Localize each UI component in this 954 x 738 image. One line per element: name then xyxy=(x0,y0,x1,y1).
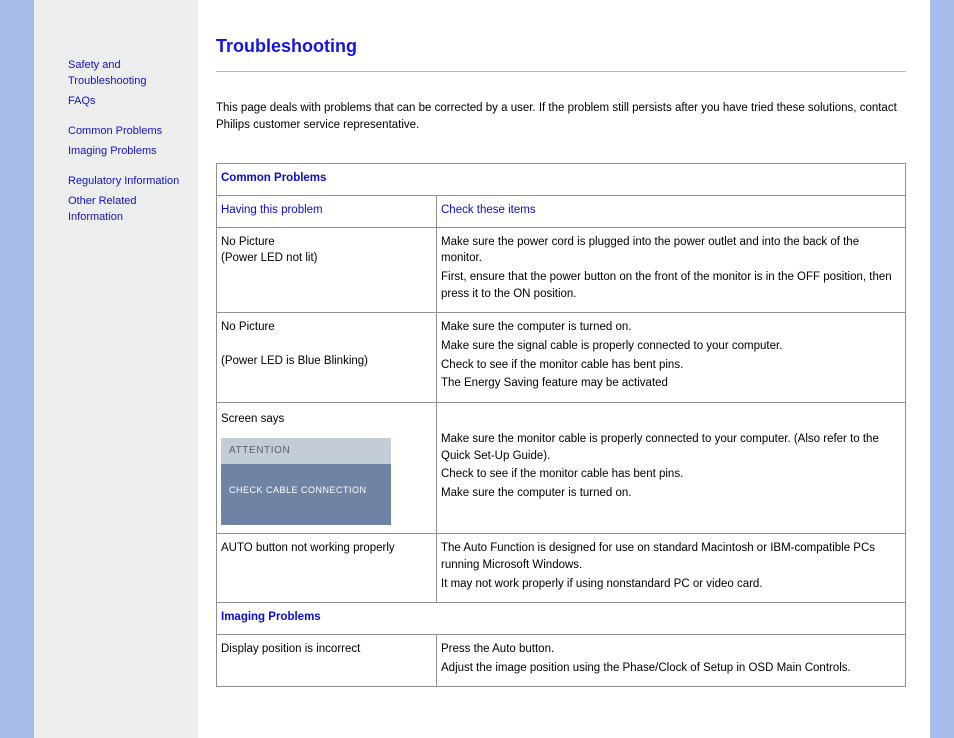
problem-cell: AUTO button not working properly xyxy=(217,534,437,603)
nav-safety-troubleshooting[interactable]: Safety and Troubleshooting xyxy=(68,58,190,90)
check-cell: Make sure the power cord is plugged into… xyxy=(437,227,906,313)
table-row: No Picture (Power LED not lit) Make sure… xyxy=(217,227,906,313)
check-cell: Make sure the computer is turned on. Mak… xyxy=(437,313,906,403)
attention-box: ATTENTION CHECK CABLE CONNECTION xyxy=(221,438,391,526)
table-row: Having this problem Check these items xyxy=(217,196,906,228)
table-row: Display position is incorrect Press the … xyxy=(217,634,906,686)
nav-imaging-problems[interactable]: Imaging Problems xyxy=(68,144,190,160)
nav-faqs[interactable]: FAQs xyxy=(68,94,190,110)
main-content: Troubleshooting This page deals with pro… xyxy=(198,0,930,738)
nav-common-problems[interactable]: Common Problems xyxy=(68,124,190,140)
check-cell: Make sure the monitor cable is properly … xyxy=(437,403,906,534)
decor-left-bar xyxy=(0,0,34,738)
table-row: Common Problems xyxy=(217,164,906,196)
attention-body: CHECK CABLE CONNECTION xyxy=(221,464,391,525)
title-divider xyxy=(216,71,906,72)
problem-cell: No Picture (Power LED not lit) xyxy=(217,227,437,313)
attention-head: ATTENTION xyxy=(221,438,391,465)
decor-gap xyxy=(34,0,68,738)
table-row: No Picture (Power LED is Blue Blinking) … xyxy=(217,313,906,403)
problem-cell: Display position is incorrect xyxy=(217,634,437,686)
table-row: Imaging Problems xyxy=(217,603,906,635)
nav-regulatory-information[interactable]: Regulatory Information xyxy=(68,174,190,190)
sidebar-nav: Safety and Troubleshooting FAQs Common P… xyxy=(68,0,198,738)
column-header-check: Check these items xyxy=(437,196,906,228)
table-row: AUTO button not working properly The Aut… xyxy=(217,534,906,603)
page-root: Safety and Troubleshooting FAQs Common P… xyxy=(0,0,954,738)
check-cell: The Auto Function is designed for use on… xyxy=(437,534,906,603)
problem-cell: Screen says ATTENTION CHECK CABLE CONNEC… xyxy=(217,403,437,534)
troubleshooting-table: Common Problems Having this problem Chec… xyxy=(216,163,906,687)
decor-right-bar xyxy=(930,0,954,738)
page-title: Troubleshooting xyxy=(216,36,906,57)
problem-cell: No Picture (Power LED is Blue Blinking) xyxy=(217,313,437,403)
section-heading-common: Common Problems xyxy=(217,164,906,196)
section-heading-imaging: Imaging Problems xyxy=(217,603,906,635)
intro-text: This page deals with problems that can b… xyxy=(216,100,906,133)
nav-other-related-information[interactable]: Other Related Information xyxy=(68,194,190,226)
check-cell: Press the Auto button. Adjust the image … xyxy=(437,634,906,686)
table-row: Screen says ATTENTION CHECK CABLE CONNEC… xyxy=(217,403,906,534)
column-header-problem: Having this problem xyxy=(217,196,437,228)
